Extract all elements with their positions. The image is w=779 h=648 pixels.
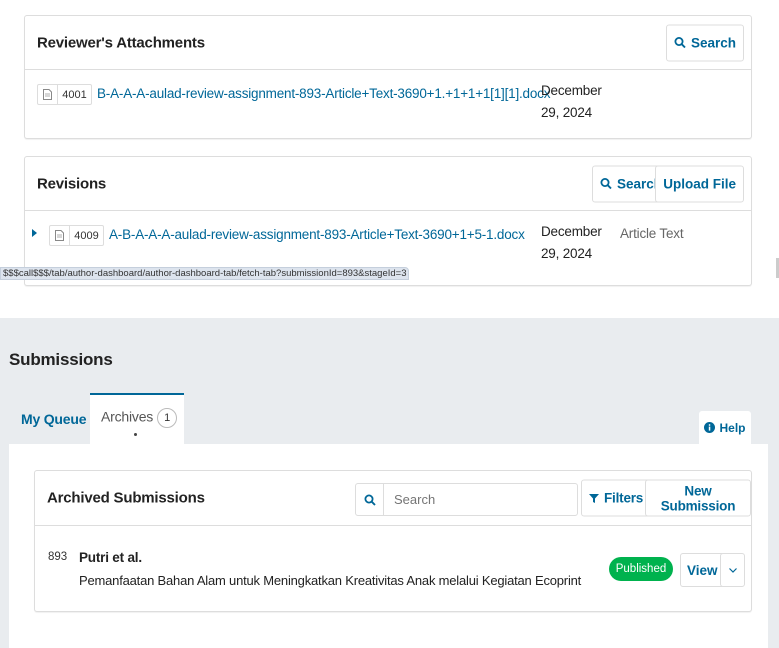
archived-submissions-title: Archived Submissions xyxy=(47,489,205,507)
new-submission-button[interactable]: New Submission xyxy=(645,479,751,517)
page-title: Submissions xyxy=(9,350,113,369)
file-date-line2: 29, 2024 xyxy=(541,105,592,120)
file-date-line1: December xyxy=(541,83,602,98)
file-doc-icon xyxy=(38,85,58,104)
submission-authors: Putri et al. xyxy=(79,550,142,565)
chevron-down-icon xyxy=(728,567,737,573)
revisions-header: Revisions Search Upload File xyxy=(25,157,751,211)
revisions-title: Revisions xyxy=(37,175,107,192)
file-row: 4001 B-A-A-A-aulad-review-assignment-893… xyxy=(25,70,751,140)
status-badge: Published xyxy=(609,557,673,581)
view-button[interactable]: View xyxy=(680,553,725,587)
file-panels: Reviewer's Attachments Search 4001 B-A-A… xyxy=(0,0,779,286)
reviewer-attachments-header: Reviewer's Attachments Search xyxy=(25,16,751,70)
file-date: December 29, 2024 xyxy=(541,80,611,124)
file-doc-icon xyxy=(50,226,70,245)
tab-focus-dot xyxy=(134,433,137,436)
file-date-line2: 29, 2024 xyxy=(541,246,592,261)
upload-file-label: Upload File xyxy=(663,176,736,191)
submissions-search xyxy=(355,483,578,516)
expand-toggle-button[interactable] xyxy=(720,553,745,587)
search-icon xyxy=(356,484,384,515)
file-download-link[interactable]: A-B-A-A-A-aulad-review-assignment-893-Ar… xyxy=(109,227,525,242)
tab-archives[interactable]: Archives 1 xyxy=(101,408,178,428)
archives-count-badge: 1 xyxy=(157,408,178,428)
info-icon xyxy=(704,422,716,433)
help-label: Help xyxy=(719,420,746,435)
file-id-badge: 4009 xyxy=(49,225,104,246)
file-id-badge: 4001 xyxy=(37,84,92,105)
status-bar-url: $$$call$$$/tab/author-dashboard/author-d… xyxy=(0,267,409,280)
file-genre: Article Text xyxy=(620,226,684,241)
filters-button[interactable]: Filters xyxy=(581,479,652,517)
submission-id: 893 xyxy=(48,551,68,563)
submission-title: Pemanfaatan Bahan Alam untuk Meningkatka… xyxy=(79,573,582,588)
search-input[interactable] xyxy=(384,484,577,515)
filter-icon xyxy=(589,493,599,503)
view-label: View xyxy=(687,562,718,578)
file-id: 4001 xyxy=(62,88,87,101)
reviewer-attachments-search-button[interactable]: Search xyxy=(665,24,744,61)
filters-label: Filters xyxy=(604,490,644,506)
reviewer-attachments-title: Reviewer's Attachments xyxy=(37,34,205,51)
search-icon xyxy=(674,37,686,49)
tab-archives-label: Archives xyxy=(101,408,154,425)
tab-my-queue[interactable]: My Queue xyxy=(21,411,87,427)
file-id: 4009 xyxy=(74,229,99,242)
caret-right-icon[interactable] xyxy=(32,229,37,237)
upload-file-button[interactable]: Upload File xyxy=(655,165,744,202)
file-date-line1: December xyxy=(541,224,602,239)
help-button[interactable]: Help xyxy=(699,411,751,444)
reviewer-attachments-search-label: Search xyxy=(690,35,736,50)
file-download-link[interactable]: B-A-A-A-aulad-review-assignment-893-Arti… xyxy=(97,86,550,101)
reviewer-attachments-card: Reviewer's Attachments Search 4001 B-A-A… xyxy=(24,15,752,139)
search-icon xyxy=(600,178,612,190)
file-date: December 29, 2024 xyxy=(541,221,611,265)
new-submission-label: New Submission xyxy=(660,483,736,513)
